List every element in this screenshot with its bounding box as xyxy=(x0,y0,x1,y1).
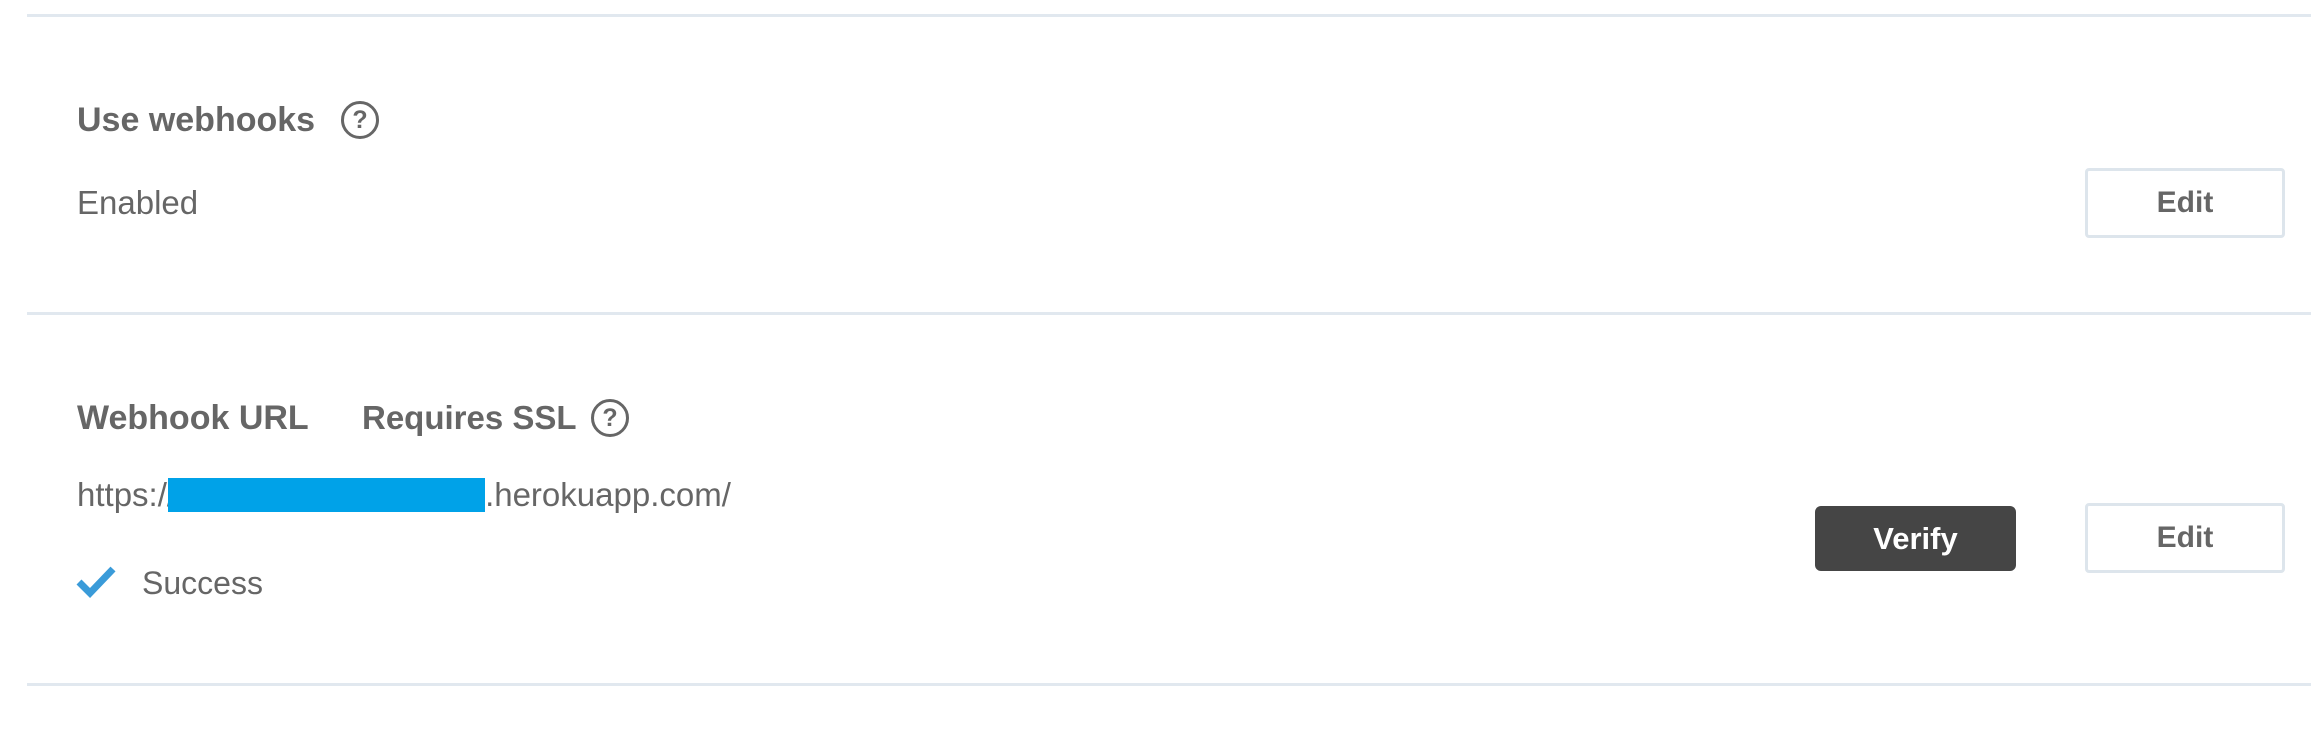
webhook-url-title: Webhook URL xyxy=(77,399,309,437)
use-webhooks-edit-button[interactable]: Edit xyxy=(2085,168,2285,238)
requires-ssl-label: Requires SSL xyxy=(362,399,577,436)
bottom-divider xyxy=(27,683,2311,686)
verify-button[interactable]: Verify xyxy=(1815,506,2016,571)
use-webhooks-help-icon[interactable]: ? xyxy=(341,101,379,139)
verification-status: Success xyxy=(142,565,263,601)
url-suffix: .herokuapp.com/ xyxy=(485,476,731,513)
section-divider xyxy=(27,312,2311,315)
use-webhooks-value: Enabled xyxy=(77,184,199,221)
top-divider xyxy=(27,14,2311,17)
redacted-subdomain xyxy=(168,478,486,512)
webhook-url-value: https:// .herokuapp.com/ xyxy=(77,475,731,515)
url-prefix: https:// xyxy=(77,476,177,513)
checkmark-icon xyxy=(76,565,116,599)
webhook-url-edit-button[interactable]: Edit xyxy=(2085,503,2285,573)
requires-ssl-help-icon[interactable]: ? xyxy=(591,399,629,437)
use-webhooks-title: Use webhooks xyxy=(77,101,316,139)
